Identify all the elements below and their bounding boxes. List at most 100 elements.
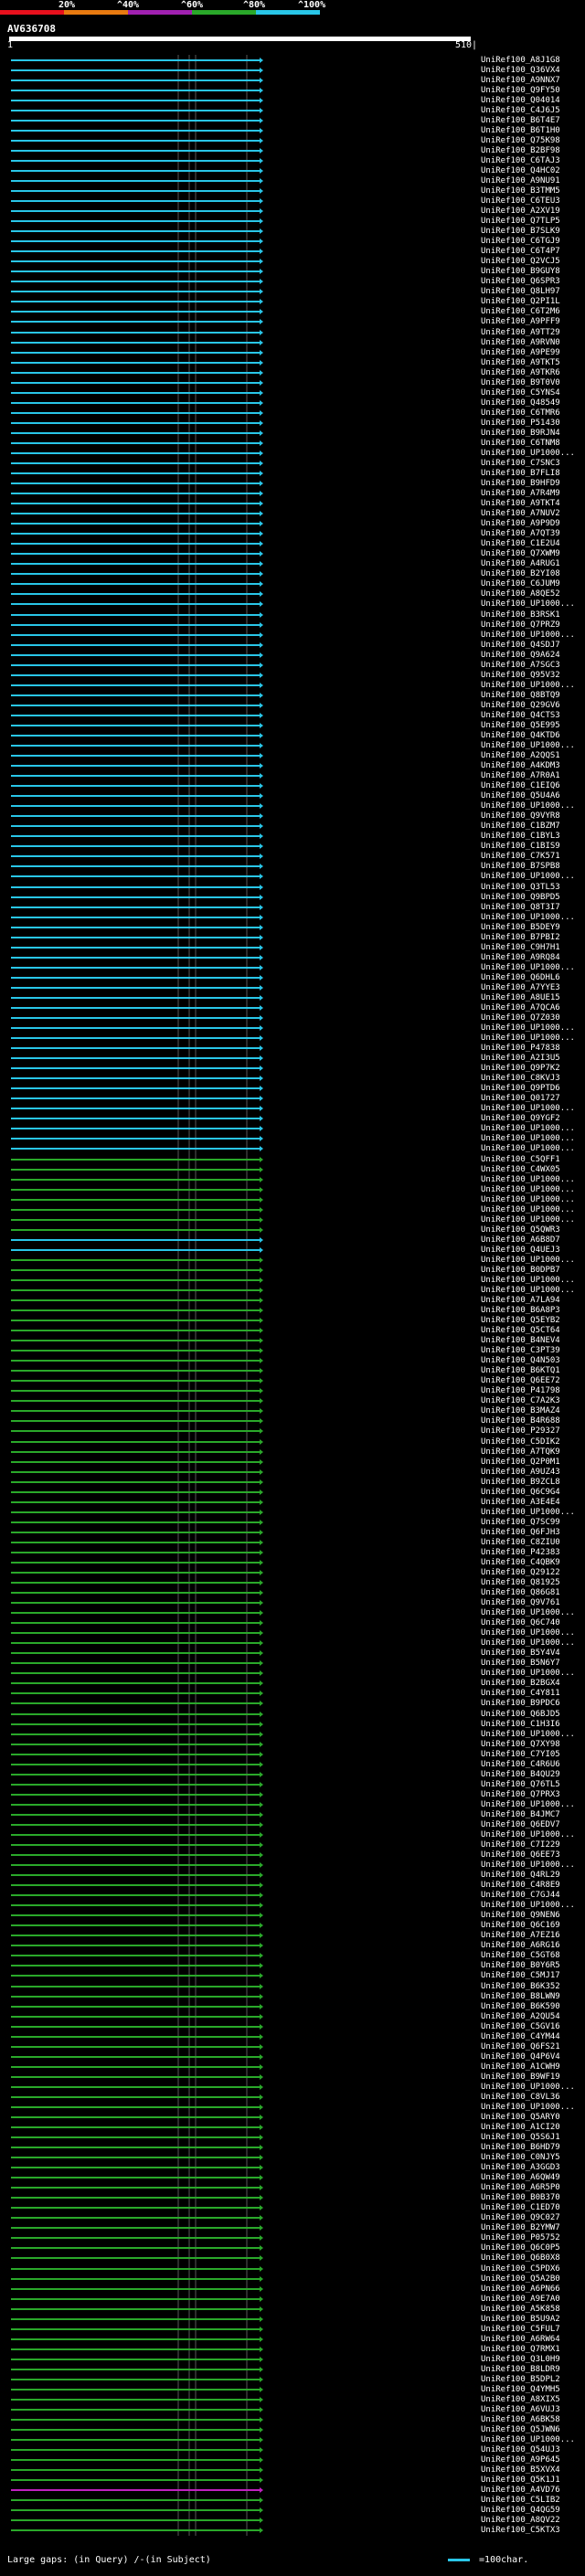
hit-label[interactable]: UniRef100_A6B8D7 [481,1235,560,1246]
hit-label[interactable]: UniRef100_C5GT68 [481,1951,560,1961]
hit-label[interactable]: UniRef100_C6TNM8 [481,439,560,449]
hit-label[interactable]: UniRef100_Q9NEN6 [481,1911,560,1921]
hit-label[interactable]: UniRef100_C1BZM7 [481,822,560,832]
hit-label[interactable]: UniRef100_B6T1H0 [481,126,560,136]
hit-label[interactable]: UniRef100_C1ED70 [481,2203,560,2213]
hit-label[interactable]: UniRef100_A7NUV2 [481,509,560,519]
hit-label[interactable]: UniRef100_Q9PTD6 [481,1084,560,1094]
hit-label[interactable]: UniRef100_Q8T3I7 [481,903,560,913]
hit-label[interactable]: UniRef100_C5MJ17 [481,1971,560,1981]
hit-label[interactable]: UniRef100_B0Y6R5 [481,1961,560,1971]
hit-label[interactable]: UniRef100_UP1000... [481,963,575,973]
hit-label[interactable]: UniRef100_A5K858 [481,2305,560,2315]
hit-label[interactable]: UniRef100_C0NJY5 [481,2153,560,2163]
hit-label[interactable]: UniRef100_C7YI05 [481,1750,560,1760]
hit-label[interactable]: UniRef100_B9RJN4 [481,429,560,439]
hit-label[interactable]: UniRef100_A9UZ43 [481,1468,560,1478]
hit-label[interactable]: UniRef100_Q4KTD6 [481,731,560,741]
hit-label[interactable]: UniRef100_A7QCA6 [481,1003,560,1013]
hit-label[interactable]: UniRef100_B8LWN9 [481,1992,560,2002]
hit-label[interactable]: UniRef100_Q2VCJ5 [481,257,560,267]
hit-label[interactable]: UniRef100_Q9V761 [481,1598,560,1608]
hit-label[interactable]: UniRef100_Q29GV6 [481,701,560,711]
hit-label[interactable]: UniRef100_C6T2M6 [481,307,560,317]
hit-label[interactable]: UniRef100_B9WF19 [481,2072,560,2083]
hit-label[interactable]: UniRef100_B6KTQ1 [481,1366,560,1376]
hit-label[interactable]: UniRef100_UP1000... [481,1144,575,1154]
hit-label[interactable]: UniRef100_Q9BPD5 [481,893,560,903]
hit-label[interactable]: UniRef100_Q5A2B0 [481,2274,560,2284]
hit-label[interactable]: UniRef100_B9PDC6 [481,1699,560,1709]
hit-label[interactable]: UniRef100_A9NNX7 [481,76,560,86]
hit-label[interactable]: UniRef100_C5PDX6 [481,2264,560,2274]
hit-label[interactable]: UniRef100_UP1000... [481,1195,575,1205]
hit-label[interactable]: UniRef100_Q5E995 [481,721,560,731]
hit-label[interactable]: UniRef100_P29327 [481,1426,560,1436]
hit-label[interactable]: UniRef100_C8KVJ3 [481,1074,560,1084]
hit-label[interactable]: UniRef100_B5DPL2 [481,2375,560,2385]
hit-label[interactable]: UniRef100_Q6EE72 [481,1376,560,1386]
hit-label[interactable]: UniRef100_C7A2K3 [481,1396,560,1406]
hit-label[interactable]: UniRef100_Q4UEJ3 [481,1246,560,1256]
hit-label[interactable]: UniRef100_Q6B0X8 [481,2253,560,2263]
hit-label[interactable]: UniRef100_A6BK58 [481,2415,560,2425]
hit-label[interactable]: UniRef100_B9GUY8 [481,267,560,277]
hit-label[interactable]: UniRef100_Q04014 [481,96,560,106]
hit-label[interactable]: UniRef100_C4YM44 [481,2032,560,2042]
hit-label[interactable]: UniRef100_C7SNC3 [481,459,560,469]
hit-label[interactable]: UniRef100_Q95V32 [481,671,560,681]
hit-label[interactable]: UniRef100_A7TQK9 [481,1447,560,1458]
hit-label[interactable]: UniRef100_UP1000... [481,1023,575,1034]
hit-label[interactable]: UniRef100_UP1000... [481,1860,575,1871]
hit-label[interactable]: UniRef100_A9PE99 [481,348,560,358]
hit-label[interactable]: UniRef100_Q6EDV7 [481,1820,560,1830]
hit-label[interactable]: UniRef100_B7SPB8 [481,862,560,872]
hit-label[interactable]: UniRef100_Q7Z030 [481,1013,560,1023]
hit-label[interactable]: UniRef100_C4WX05 [481,1165,560,1175]
hit-label[interactable]: UniRef100_Q36VX4 [481,66,560,76]
hit-label[interactable]: UniRef100_B0B370 [481,2193,560,2203]
hit-label[interactable]: UniRef100_A2QU54 [481,2012,560,2022]
hit-label[interactable]: UniRef100_UP1000... [481,1901,575,1911]
hit-label[interactable]: UniRef100_C4Y811 [481,1689,560,1699]
hit-label[interactable]: UniRef100_Q9C027 [481,2213,560,2223]
hit-label[interactable]: UniRef100_C5KTX3 [481,2526,560,2536]
hit-label[interactable]: UniRef100_A6RG16 [481,1941,560,1951]
hit-label[interactable]: UniRef100_C3PT39 [481,1346,560,1356]
hit-label[interactable]: UniRef100_A3E4E4 [481,1498,560,1508]
hit-label[interactable]: UniRef100_Q4RL29 [481,1871,560,1881]
hit-label[interactable]: UniRef100_A6RW64 [481,2335,560,2345]
hit-label[interactable]: UniRef100_Q6EE73 [481,1850,560,1860]
hit-label[interactable]: UniRef100_A7LA94 [481,1296,560,1306]
hit-label[interactable]: UniRef100_Q9P7K2 [481,1064,560,1074]
hit-label[interactable]: UniRef100_B2YMW7 [481,2223,560,2233]
hit-label[interactable]: UniRef100_B6A8P3 [481,1306,560,1316]
hit-label[interactable]: UniRef100_A8XIX5 [481,2395,560,2405]
hit-label[interactable]: UniRef100_P47838 [481,1044,560,1054]
hit-label[interactable]: UniRef100_Q2PI1L [481,297,560,307]
hit-label[interactable]: UniRef100_Q6FJH3 [481,1528,560,1538]
hit-label[interactable]: UniRef100_C6JUM9 [481,579,560,589]
hit-label[interactable]: UniRef100_A2XV19 [481,207,560,217]
hit-label[interactable]: UniRef100_UP1000... [481,449,575,459]
hit-label[interactable]: UniRef100_Q5ARY0 [481,2113,560,2123]
hit-label[interactable]: UniRef100_UP1000... [481,1638,575,1648]
hit-label[interactable]: UniRef100_Q7PRZ9 [481,620,560,631]
hit-label[interactable]: UniRef100_A4KDM3 [481,761,560,771]
hit-label[interactable]: UniRef100_Q4QG59 [481,2506,560,2516]
hit-label[interactable]: UniRef100_A9TKT5 [481,358,560,368]
hit-label[interactable]: UniRef100_Q9FY50 [481,86,560,96]
hit-label[interactable]: UniRef100_Q6C169 [481,1921,560,1931]
hit-label[interactable]: UniRef100_C6TEU3 [481,196,560,207]
hit-label[interactable]: UniRef100_B3RSK1 [481,610,560,620]
hit-label[interactable]: UniRef100_Q7TLP5 [481,217,560,227]
hit-label[interactable]: UniRef100_UP1000... [481,1185,575,1195]
hit-label[interactable]: UniRef100_Q5S6J1 [481,2133,560,2143]
hit-label[interactable]: UniRef100_Q6C0P5 [481,2243,560,2253]
hit-label[interactable]: UniRef100_B3MAZ4 [481,1406,560,1416]
hit-label[interactable]: UniRef100_UP1000... [481,1276,575,1286]
hit-label[interactable]: UniRef100_C7GJ44 [481,1891,560,1901]
hit-label[interactable]: UniRef100_P05752 [481,2233,560,2243]
hit-label[interactable]: UniRef100_B9HFD9 [481,479,560,489]
hit-label[interactable]: UniRef100_A7QT39 [481,529,560,539]
